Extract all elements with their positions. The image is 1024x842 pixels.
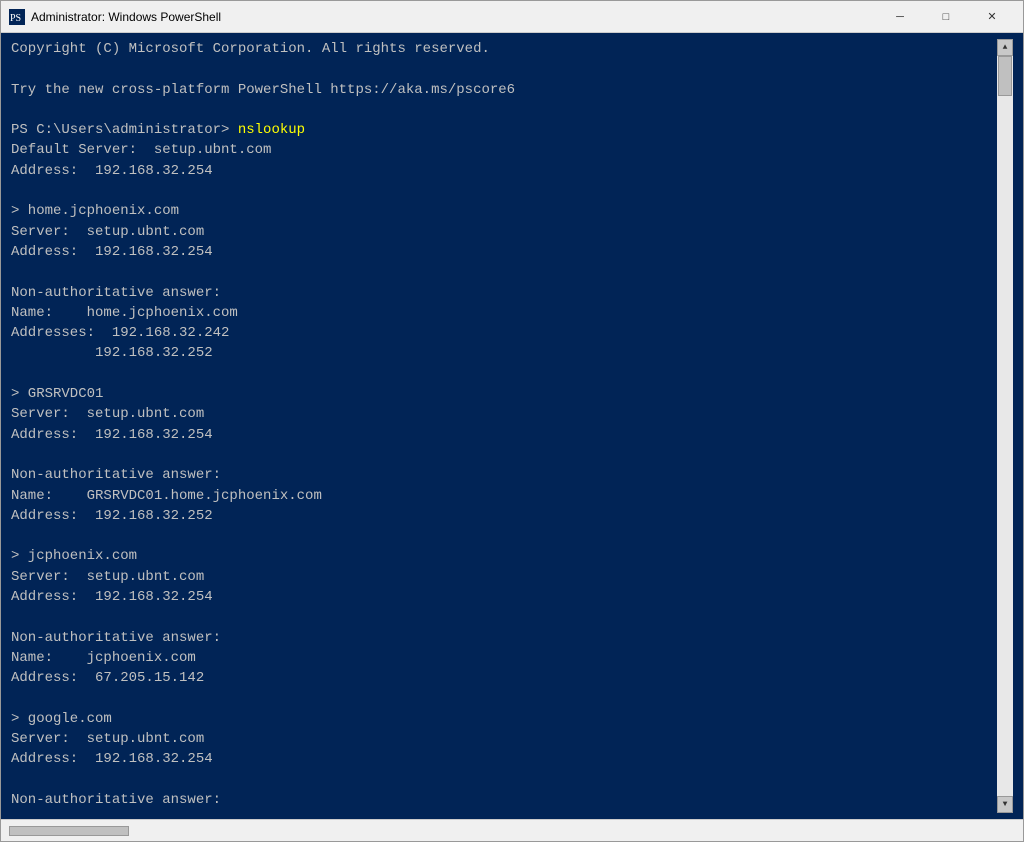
scrollbar[interactable]: ▲ ▼ (997, 39, 1013, 813)
console-line: Address: 67.205.15.142 (11, 670, 204, 686)
app-icon: PS (9, 9, 25, 25)
console-line: Non-authoritative answer: (11, 467, 221, 483)
console-line: Name: google.com (11, 812, 171, 813)
console-line: Copyright (C) Microsoft Corporation. All… (11, 41, 490, 57)
console-line: Try the new cross-platform PowerShell ht… (11, 82, 515, 98)
console-line: Address: 192.168.32.254 (11, 751, 213, 767)
console-line: Address: 192.168.32.254 (11, 163, 213, 179)
scrollbar-track[interactable] (997, 56, 1013, 796)
scroll-up-button[interactable]: ▲ (997, 39, 1013, 56)
status-indicator (9, 826, 129, 836)
svg-text:PS: PS (10, 13, 21, 24)
console-line: Non-authoritative answer: (11, 792, 221, 808)
close-button[interactable]: ✕ (969, 1, 1015, 33)
powershell-icon: PS (9, 9, 25, 25)
scroll-down-button[interactable]: ▼ (997, 796, 1013, 813)
console-line: Address: 192.168.32.252 (11, 508, 213, 524)
titlebar: PS Administrator: Windows PowerShell ─ □… (1, 1, 1023, 33)
console-line: Name: jcphoenix.com (11, 650, 196, 666)
window-controls: ─ □ ✕ (877, 1, 1015, 33)
console-line: Name: GRSRVDC01.home.jcphoenix.com (11, 488, 322, 504)
console-line: 192.168.32.252 (11, 345, 213, 361)
console-area[interactable]: Copyright (C) Microsoft Corporation. All… (1, 33, 1023, 819)
console-line: Server: setup.ubnt.com (11, 406, 204, 422)
console-line: Non-authoritative answer: (11, 285, 221, 301)
console-line: > jcphoenix.com (11, 548, 137, 564)
console-line: Addresses: 192.168.32.242 (11, 325, 229, 341)
console-line: Address: 192.168.32.254 (11, 244, 213, 260)
console-line: Server: setup.ubnt.com (11, 569, 204, 585)
console-line: Address: 192.168.32.254 (11, 589, 213, 605)
console-line: Server: setup.ubnt.com (11, 731, 204, 747)
console-line: Name: home.jcphoenix.com (11, 305, 238, 321)
statusbar (1, 819, 1023, 841)
console-line: PS C:\Users\administrator> nslookup (11, 122, 305, 138)
console-line: Address: 192.168.32.254 (11, 427, 213, 443)
minimize-button[interactable]: ─ (877, 1, 923, 33)
console-line: Server: setup.ubnt.com (11, 224, 204, 240)
console-line: > GRSRVDC01 (11, 386, 103, 402)
window-title: Administrator: Windows PowerShell (31, 10, 877, 24)
maximize-button[interactable]: □ (923, 1, 969, 33)
console-line: > home.jcphoenix.com (11, 203, 179, 219)
console-line: Non-authoritative answer: (11, 630, 221, 646)
scrollbar-thumb[interactable] (998, 56, 1012, 96)
console-line: Default Server: setup.ubnt.com (11, 142, 271, 158)
console-line: > google.com (11, 711, 112, 727)
window: PS Administrator: Windows PowerShell ─ □… (0, 0, 1024, 842)
console-output[interactable]: Copyright (C) Microsoft Corporation. All… (11, 39, 997, 813)
